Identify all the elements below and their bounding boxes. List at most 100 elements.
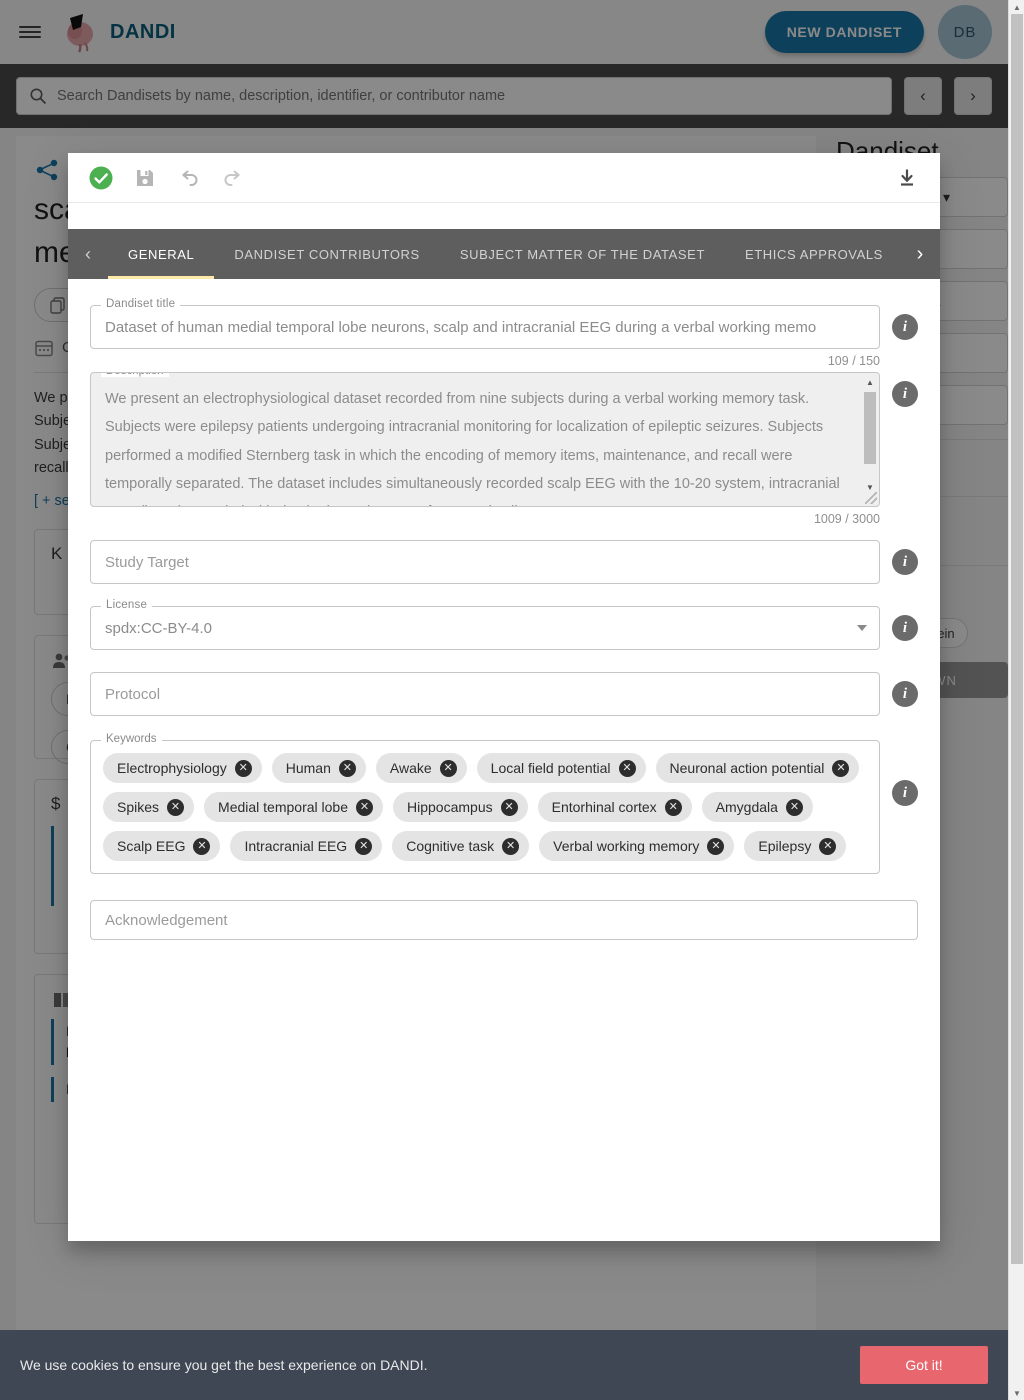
dandiset-title-legend: Dandiset title	[101, 298, 181, 310]
keyword-chip[interactable]: Awake ✕	[375, 753, 467, 783]
keyword-chip-label: Electrophysiology	[117, 760, 227, 776]
scroll-up-icon[interactable]: ▲	[864, 378, 876, 387]
keyword-chip-label: Epilepsy	[758, 838, 812, 854]
remove-chip-icon[interactable]: ✕	[618, 759, 636, 777]
description-counter: 1009 / 3000	[813, 512, 880, 526]
info-icon[interactable]: i	[892, 780, 918, 806]
page-scrollbar[interactable]: ▲ ▼	[1008, 0, 1024, 1400]
keyword-chip[interactable]: Entorhinal cortex ✕	[537, 792, 692, 822]
keyword-chip-label: Cognitive task	[406, 838, 495, 854]
textarea-resize-handle[interactable]	[865, 492, 877, 504]
license-select[interactable]: License spdx:CC-BY-4.0	[90, 599, 880, 650]
info-icon[interactable]: i	[892, 549, 918, 575]
remove-chip-icon[interactable]: ✕	[502, 837, 520, 855]
cookie-message: We use cookies to ensure you get the bes…	[20, 1357, 428, 1373]
keyword-chip[interactable]: Neuronal action potential ✕	[655, 753, 860, 783]
tab-ethics-approvals[interactable]: Ethics approvals	[725, 229, 900, 279]
save-disk-icon[interactable]	[126, 159, 164, 197]
check-circle-icon[interactable]	[82, 159, 120, 197]
keyword-chip[interactable]: Spikes ✕	[103, 792, 195, 822]
scroll-up-icon[interactable]: ▲	[1009, 0, 1024, 14]
field-license: License spdx:CC-BY-4.0 i	[90, 599, 918, 650]
remove-chip-icon[interactable]: ✕	[707, 837, 725, 855]
tab-subject-matter[interactable]: Subject matter of the dataset	[440, 229, 725, 279]
remove-chip-icon[interactable]: ✕	[338, 759, 356, 777]
keyword-chip[interactable]: Intracranial EEG ✕	[230, 831, 383, 861]
keyword-chip-label: Amygdala	[715, 799, 778, 815]
keyword-chip[interactable]: Electrophysiology ✕	[103, 753, 262, 783]
keyword-chip-label: Verbal working memory	[553, 838, 700, 854]
keywords-legend: Keywords	[101, 733, 162, 745]
keyword-chip-label: Hippocampus	[407, 799, 493, 815]
redo-icon[interactable]	[214, 159, 252, 197]
info-icon[interactable]: i	[892, 314, 918, 340]
keyword-chip[interactable]: Medial temporal lobe ✕	[204, 792, 383, 822]
description-legend: Description	[101, 373, 169, 377]
remove-chip-icon[interactable]: ✕	[832, 759, 850, 777]
protocol-input[interactable]: Protocol	[90, 672, 880, 716]
remove-chip-icon[interactable]: ✕	[439, 759, 457, 777]
study-target-input[interactable]: Study Target	[90, 540, 880, 584]
keyword-chip-label: Entorhinal cortex	[551, 799, 657, 815]
field-acknowledgement: Acknowledgement	[90, 900, 918, 940]
keyword-chip[interactable]: Hippocampus ✕	[393, 792, 528, 822]
dandiset-title-value: Dataset of human medial temporal lobe ne…	[105, 318, 817, 336]
download-icon[interactable]	[888, 159, 926, 197]
remove-chip-icon[interactable]: ✕	[664, 798, 682, 816]
keyword-chip-label: Scalp EEG	[117, 838, 186, 854]
tabs-scroll-region: General Dandiset contributors Subject ma…	[108, 229, 900, 279]
remove-chip-icon[interactable]: ✕	[355, 837, 373, 855]
keyword-chip[interactable]: Cognitive task ✕	[392, 831, 530, 861]
acknowledgement-placeholder: Acknowledgement	[105, 911, 228, 929]
undo-icon[interactable]	[170, 159, 208, 197]
app-root: DANDI NEW DANDISET DB Search Dandisets b…	[0, 0, 1024, 1400]
description-scrollbar[interactable]: ▲ ▼	[864, 378, 876, 492]
remove-chip-icon[interactable]: ✕	[234, 759, 252, 777]
keyword-chip[interactable]: Scalp EEG ✕	[103, 831, 221, 861]
keyword-chip[interactable]: Amygdala ✕	[701, 792, 813, 822]
cookie-accept-button[interactable]: Got it!	[860, 1346, 988, 1384]
editor-tabs: ‹ General Dandiset contributors Subject …	[68, 229, 940, 279]
tab-general[interactable]: General	[108, 229, 215, 279]
info-icon[interactable]: i	[892, 681, 918, 707]
keyword-chip-label: Intracranial EEG	[244, 838, 348, 854]
acknowledgement-input[interactable]: Acknowledgement	[90, 900, 918, 940]
keyword-chip-label: Local field potential	[490, 760, 611, 776]
scroll-down-icon[interactable]: ▼	[864, 483, 876, 492]
info-icon[interactable]: i	[892, 615, 918, 641]
keyword-chip-label: Neuronal action potential	[669, 760, 825, 776]
remove-chip-icon[interactable]: ✕	[819, 837, 837, 855]
editor-subbar	[68, 203, 940, 229]
field-dandiset-title: Dandiset title Dataset of human medial t…	[90, 298, 918, 368]
tabs-prev-arrow[interactable]: ‹	[68, 229, 108, 279]
license-legend: License	[101, 599, 153, 611]
keywords-input[interactable]: Keywords Electrophysiology ✕ Human ✕ Awa…	[90, 733, 880, 874]
keyword-chip-label: Awake	[389, 760, 432, 776]
description-textarea[interactable]: Description We present an electrophysiol…	[90, 372, 880, 507]
tabs-next-arrow[interactable]: ›	[900, 229, 940, 279]
keyword-chip[interactable]: Local field potential ✕	[476, 753, 646, 783]
scrollbar-thumb[interactable]	[864, 392, 876, 464]
remove-chip-icon[interactable]: ✕	[785, 798, 803, 816]
keyword-chip[interactable]: Epilepsy ✕	[744, 831, 847, 861]
chevron-down-icon[interactable]	[857, 625, 867, 631]
metadata-editor-dialog: ‹ General Dandiset contributors Subject …	[68, 153, 940, 1241]
remove-chip-icon[interactable]: ✕	[193, 837, 211, 855]
page-scrollbar-thumb[interactable]	[1011, 14, 1023, 1264]
scroll-down-icon[interactable]: ▼	[1009, 1386, 1024, 1400]
keyword-chip-label: Human	[285, 760, 331, 776]
keyword-chip-label: Medial temporal lobe	[218, 799, 348, 815]
info-icon[interactable]: i	[892, 381, 918, 407]
dandiset-title-counter: 109 / 150	[827, 354, 880, 368]
editor-form: Dandiset title Dataset of human medial t…	[68, 279, 940, 1241]
tab-dandiset-contributors[interactable]: Dandiset contributors	[214, 229, 439, 279]
editor-toolbar	[68, 153, 940, 203]
protocol-placeholder: Protocol	[105, 685, 161, 703]
keyword-chip[interactable]: Human ✕	[271, 753, 366, 783]
remove-chip-icon[interactable]: ✕	[167, 798, 185, 816]
field-protocol: Protocol i	[90, 672, 918, 716]
keyword-chip[interactable]: Verbal working memory ✕	[539, 831, 735, 861]
remove-chip-icon[interactable]: ✕	[500, 798, 518, 816]
dandiset-title-input[interactable]: Dandiset title Dataset of human medial t…	[90, 298, 880, 349]
remove-chip-icon[interactable]: ✕	[356, 798, 373, 816]
